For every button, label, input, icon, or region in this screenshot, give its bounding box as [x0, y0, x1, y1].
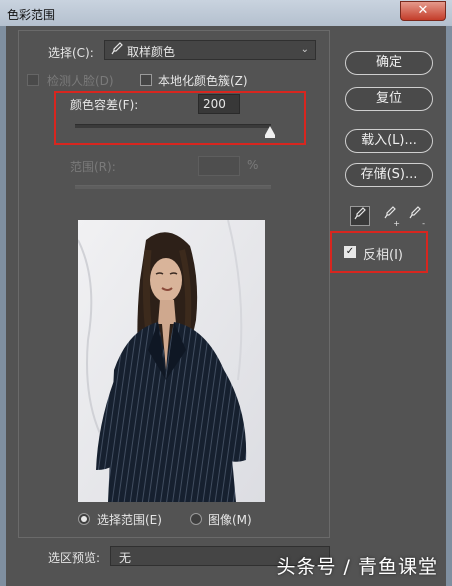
eyedropper-minus-icon — [409, 206, 421, 219]
invert-checkbox[interactable]: ✓ — [344, 246, 356, 258]
localized-clusters-label: 本地化颜色簇(Z) — [158, 74, 248, 88]
fuzziness-label: 颜色容差(F): — [70, 98, 139, 112]
detect-faces-checkbox[interactable] — [27, 74, 39, 86]
selection-view-label: 选择范围(E) — [97, 513, 162, 527]
eyedropper-icon — [354, 207, 366, 220]
reset-button[interactable]: 复位 — [345, 87, 433, 111]
minus-glyph: - — [422, 219, 425, 228]
selection-preview-value: 无 — [119, 551, 132, 565]
eyedropper-plus-tool[interactable]: + — [380, 206, 400, 228]
fuzziness-slider-thumb[interactable] — [265, 126, 275, 135]
detect-faces-label: 检测人脸(D) — [47, 74, 114, 88]
image-view-radio[interactable] — [190, 513, 202, 525]
close-button[interactable]: ✕ — [400, 1, 446, 21]
save-button[interactable]: 存储(S)... — [345, 163, 433, 187]
fuzziness-slider-thumb-base — [265, 135, 275, 138]
selection-preview-label: 选区预览: — [48, 551, 101, 565]
range-slider-track[interactable] — [75, 185, 271, 189]
select-dropdown[interactable]: 取样颜色 ⌄ — [104, 40, 316, 60]
watermark-text: 头条号 / 青鱼课堂 — [276, 556, 438, 578]
eyedropper-plus-icon — [384, 206, 396, 219]
plus-glyph: + — [393, 219, 400, 228]
eyedropper-tool[interactable] — [350, 206, 370, 226]
preview-image — [78, 220, 265, 502]
fuzziness-input[interactable]: 200 — [198, 94, 240, 114]
title-bar: 色彩范围 ✕ — [0, 0, 452, 26]
select-label: 选择(C): — [48, 46, 94, 60]
selection-view-radio[interactable] — [78, 513, 90, 525]
invert-label: 反相(I) — [363, 248, 403, 263]
fuzziness-slider-track[interactable] — [75, 124, 271, 128]
image-view-label: 图像(M) — [208, 513, 252, 527]
select-value: 取样颜色 — [127, 45, 176, 59]
range-label: 范围(R): — [70, 160, 116, 174]
eyedropper-icon — [111, 42, 123, 59]
chevron-down-icon: ⌄ — [300, 44, 309, 55]
ok-button[interactable]: 确定 — [345, 51, 433, 75]
range-input[interactable] — [198, 156, 240, 176]
window-title: 色彩范围 — [7, 8, 56, 22]
range-unit: % — [247, 158, 259, 172]
eyedropper-minus-tool[interactable]: - — [405, 206, 425, 228]
localized-clusters-checkbox[interactable] — [140, 74, 152, 86]
load-button[interactable]: 载入(L)... — [345, 129, 433, 153]
